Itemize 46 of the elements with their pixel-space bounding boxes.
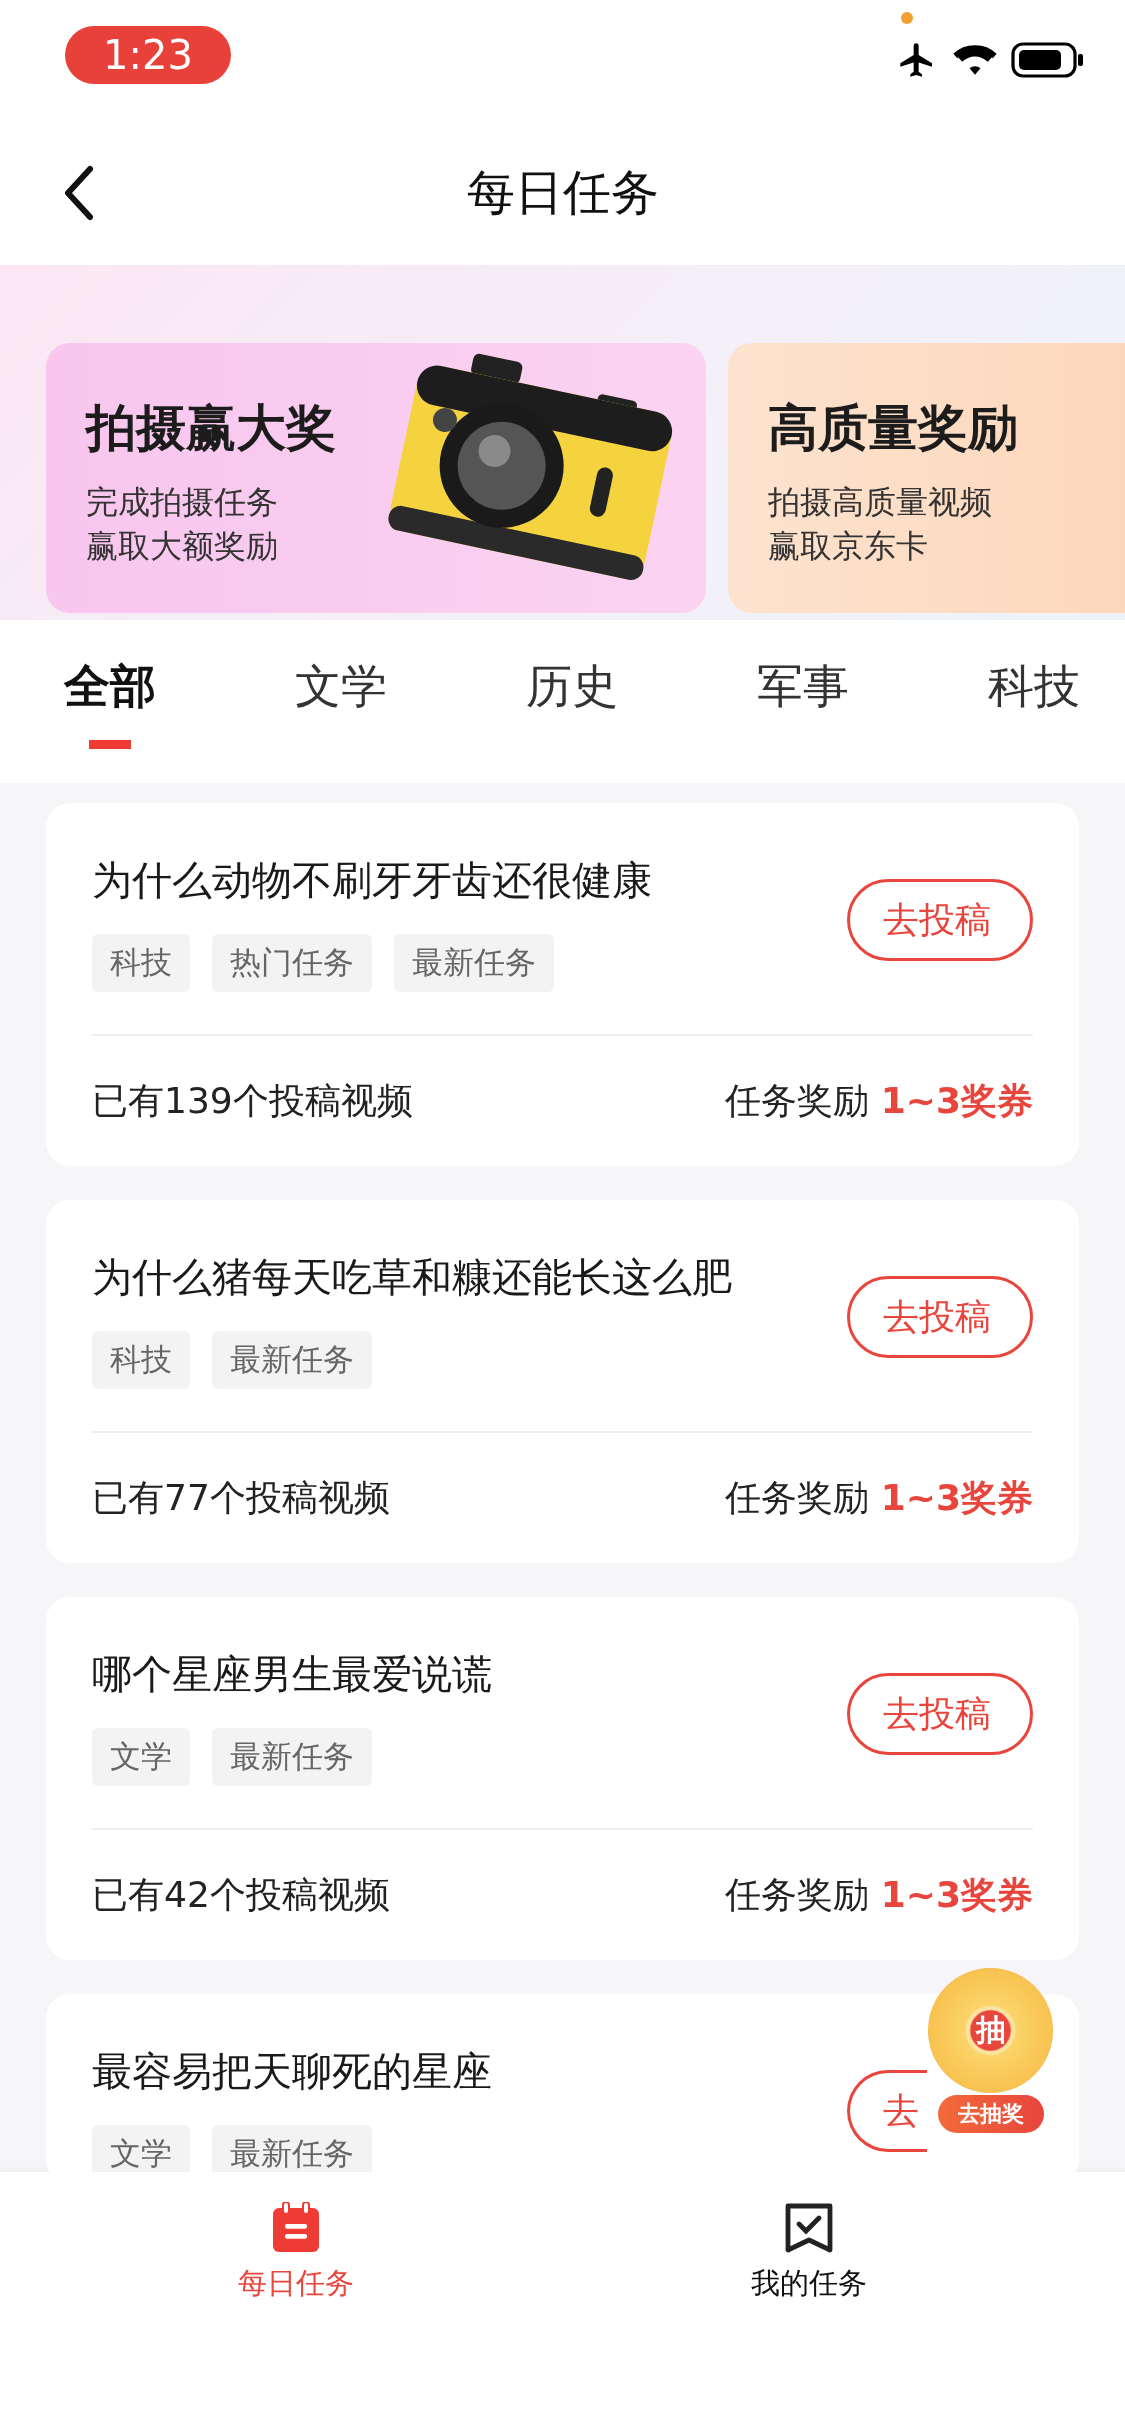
task-tag: 最新任务 bbox=[212, 2125, 372, 2172]
submission-count: 已有139个投稿视频 bbox=[92, 1078, 413, 1123]
submit-button[interactable]: 去 bbox=[847, 2070, 927, 2152]
submit-button[interactable]: 去投稿 bbox=[847, 879, 1033, 961]
calendar-icon bbox=[271, 2202, 322, 2254]
task-tag: 文学 bbox=[92, 1728, 190, 1786]
task-tag: 科技 bbox=[92, 1331, 190, 1389]
task-title: 最容易把天聊死的星座 bbox=[92, 2047, 492, 2096]
task-reward: 任务奖励 1~3奖券 bbox=[725, 1475, 1033, 1520]
submit-button[interactable]: 去投稿 bbox=[847, 1276, 1033, 1358]
promo-banner[interactable]: 高质量奖励 拍摄高质量视频 赢取京东卡 bbox=[728, 343, 1125, 613]
banner-subtitle: 完成拍摄任务 bbox=[86, 482, 279, 523]
task-tag: 最新任务 bbox=[394, 934, 554, 992]
task-title: 为什么猪每天吃草和糠还能长这么肥 bbox=[92, 1253, 732, 1302]
task-title: 为什么动物不刷牙牙齿还很健康 bbox=[92, 856, 652, 905]
promo-banner[interactable]: 拍摄赢大奖 完成拍摄任务 赢取大额奖励 bbox=[46, 343, 706, 613]
submit-button[interactable]: 去投稿 bbox=[847, 1673, 1033, 1755]
indicator-dot bbox=[901, 12, 913, 24]
banner-subtitle: 赢取京东卡 bbox=[768, 526, 929, 567]
task-title: 哪个星座男生最爱说谎 bbox=[92, 1650, 492, 1699]
bottom-nav-item[interactable]: 每日任务 bbox=[206, 2202, 387, 2312]
page-title: 每日任务 bbox=[466, 162, 659, 222]
category-tab[interactable]: 科技 bbox=[988, 656, 1080, 749]
back-icon[interactable] bbox=[62, 164, 96, 221]
status-time: 1:23 bbox=[65, 26, 231, 84]
battery-icon bbox=[1011, 42, 1085, 78]
category-tab[interactable]: 军事 bbox=[757, 656, 849, 749]
category-tab[interactable]: 文学 bbox=[295, 656, 387, 749]
task-tag: 热门任务 bbox=[212, 934, 372, 992]
task-reward: 任务奖励 1~3奖券 bbox=[725, 1078, 1033, 1123]
task-tag: 科技 bbox=[92, 934, 190, 992]
bottom-nav-item[interactable]: 我的任务 bbox=[718, 2202, 899, 2312]
wifi-icon bbox=[953, 43, 997, 77]
banner-subtitle: 拍摄高质量视频 bbox=[768, 482, 993, 523]
banner-title: 高质量奖励 bbox=[768, 398, 1018, 459]
task-reward: 任务奖励 1~3奖券 bbox=[725, 1872, 1033, 1917]
submission-count: 已有42个投稿视频 bbox=[92, 1872, 390, 1917]
category-tab[interactable]: 全部 bbox=[64, 656, 156, 749]
task-tag: 文学 bbox=[92, 2125, 190, 2172]
task-tag: 最新任务 bbox=[212, 1331, 372, 1389]
task-tag: 最新任务 bbox=[212, 1728, 372, 1786]
banner-title: 拍摄赢大奖 bbox=[86, 398, 336, 459]
category-tab[interactable]: 历史 bbox=[526, 656, 618, 749]
check-icon bbox=[783, 2202, 834, 2254]
banner-subtitle: 赢取大额奖励 bbox=[86, 526, 279, 567]
submission-count: 已有77个投稿视频 bbox=[92, 1475, 390, 1520]
